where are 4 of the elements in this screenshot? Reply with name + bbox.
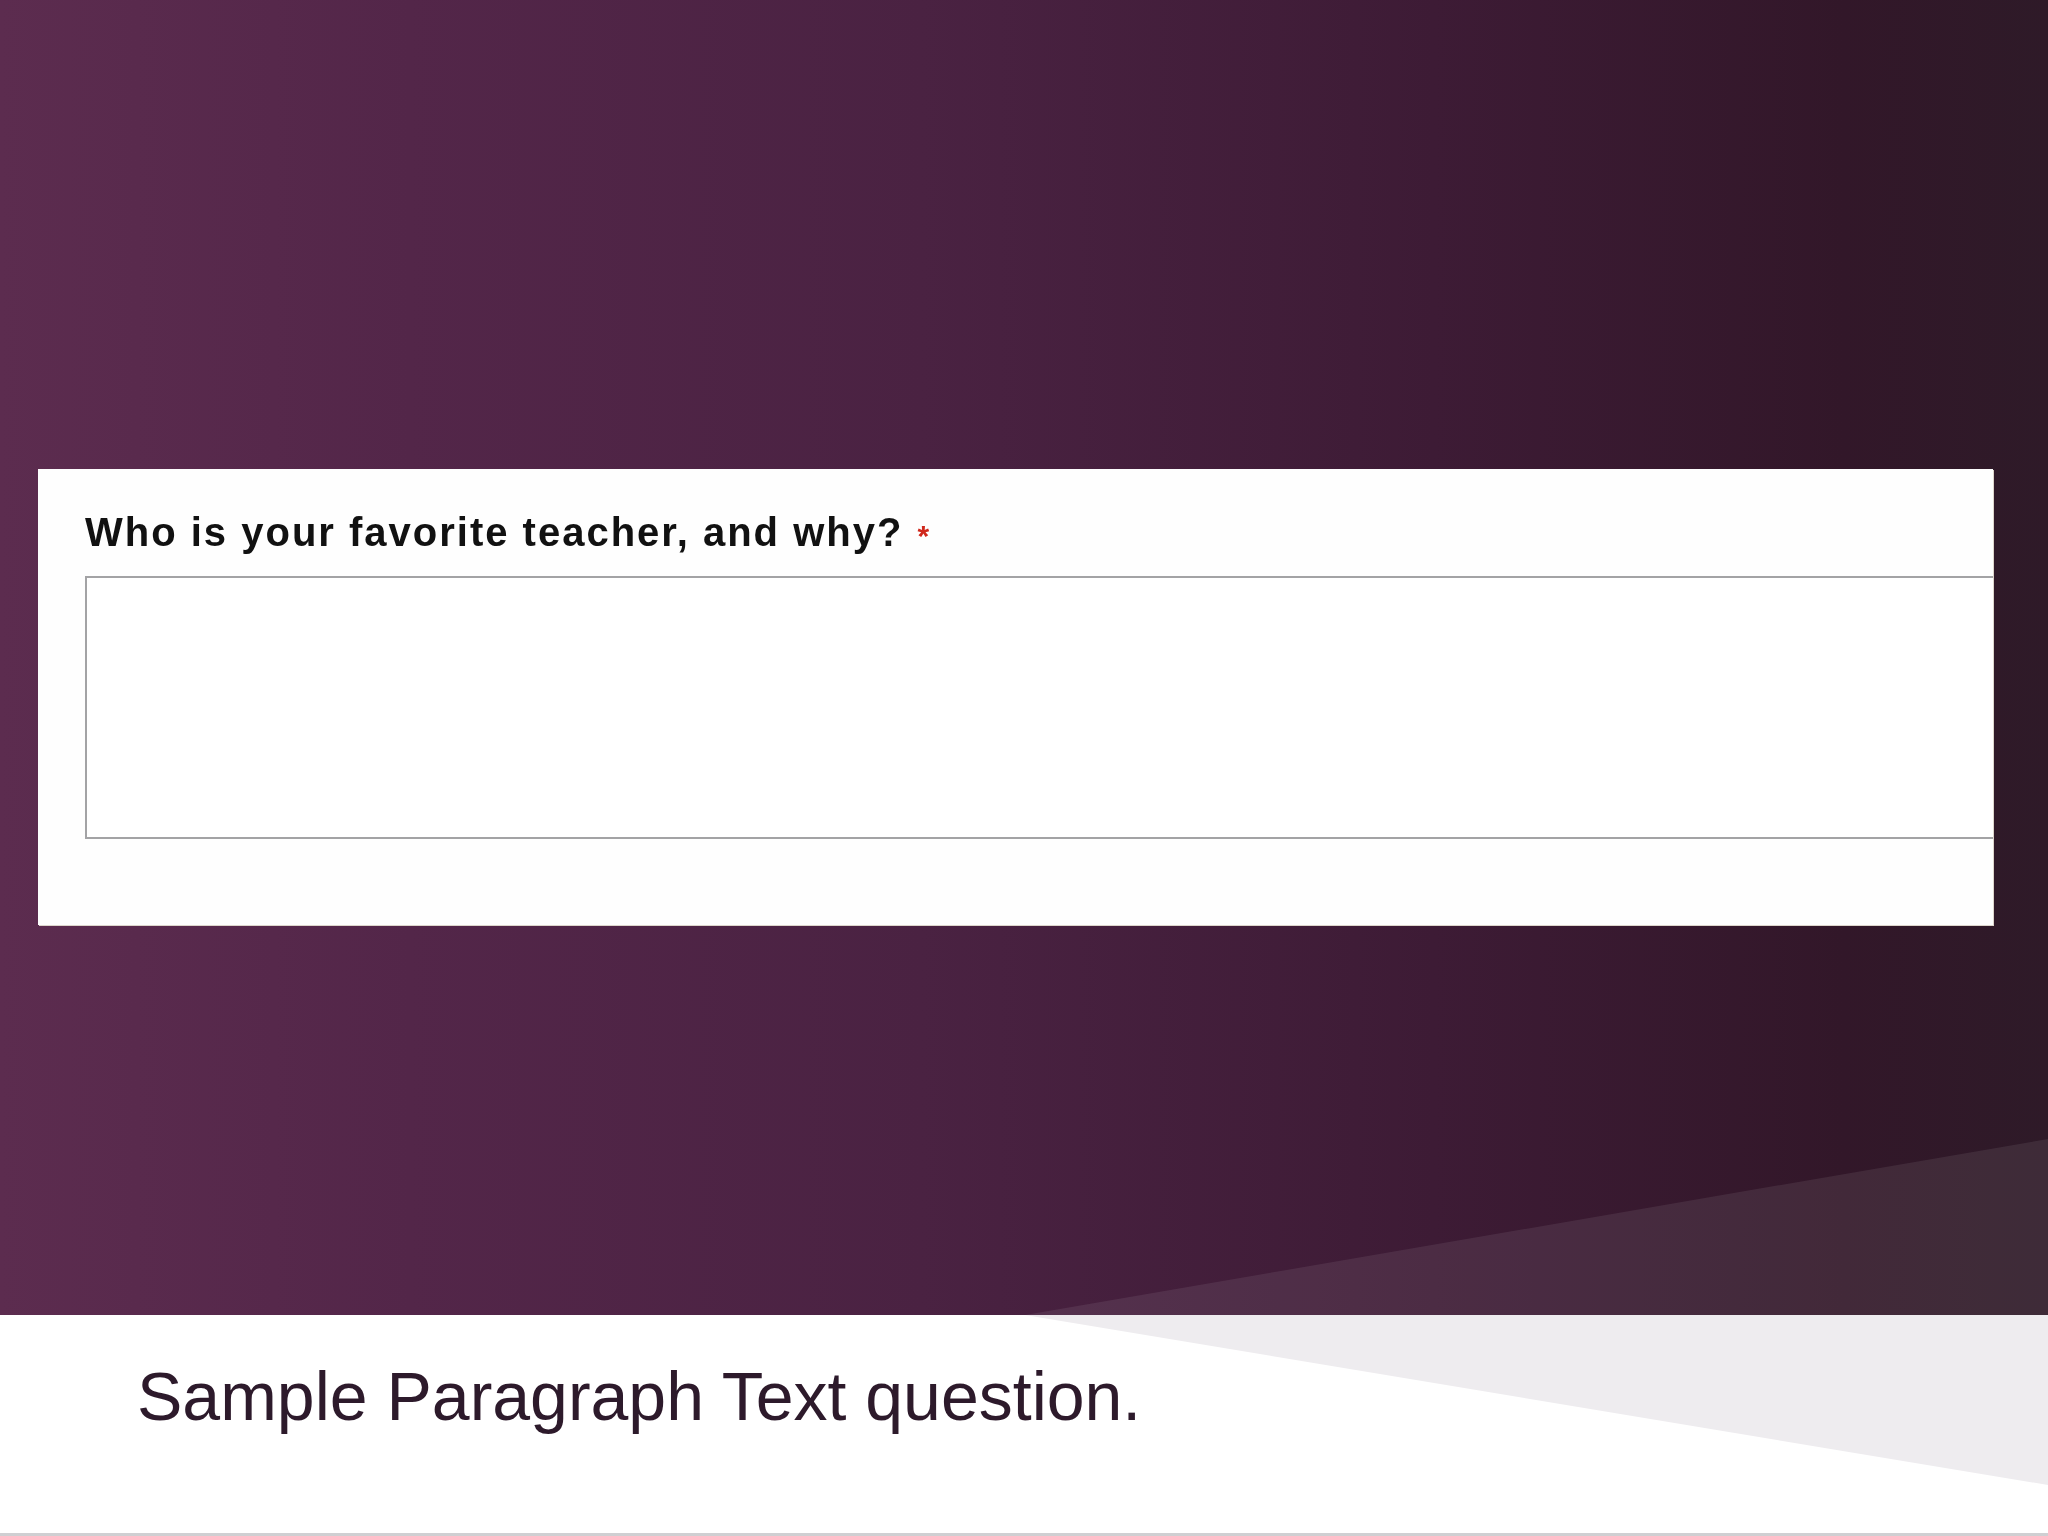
question-label: Who is your favorite teacher, and why? bbox=[85, 509, 904, 555]
answer-box[interactable] bbox=[85, 576, 1993, 839]
slide-caption: Sample Paragraph Text question. bbox=[137, 1358, 1142, 1434]
required-marker: * bbox=[917, 519, 930, 554]
